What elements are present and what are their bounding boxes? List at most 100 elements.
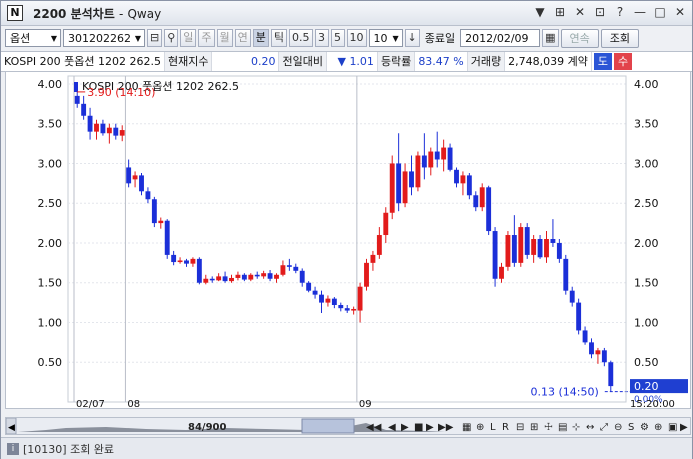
candle-up <box>544 239 549 258</box>
period-month-button[interactable]: 월 <box>216 29 233 47</box>
query-button[interactable]: 조회 <box>600 28 640 48</box>
scroll-thumb[interactable] <box>301 418 355 434</box>
candle-up <box>248 274 254 280</box>
download-icon[interactable]: ↓ <box>404 29 420 47</box>
interval-10-button[interactable]: 10 <box>346 29 367 47</box>
candle-up <box>518 227 524 263</box>
sell-badge[interactable]: 수 <box>614 53 633 70</box>
market-select-value: 옵션 <box>10 32 31 45</box>
candle-down <box>222 276 228 282</box>
settings-icon[interactable]: ⚙ <box>640 422 649 433</box>
candle-down <box>569 290 575 303</box>
minimize-icon[interactable]: — <box>634 5 646 19</box>
candle-down <box>576 302 582 331</box>
dropdown-icon[interactable]: ▼ <box>534 5 546 19</box>
candle-up <box>216 276 222 281</box>
candle-up <box>376 235 382 255</box>
help-icon[interactable]: ? <box>614 5 626 19</box>
interval-select[interactable]: 10 ▼ <box>368 29 403 47</box>
nav-play-icon[interactable]: ▶ <box>401 422 409 433</box>
navigator-controls: ◀◀ ◀ ▶ ■ ▶ ▶▶ ▦ ⊕ L R ⊟ ⊞ ☩ ▤ ⊹ ↔ ⤢ ⊖ S … <box>366 422 688 433</box>
x-tick-label: 08 <box>127 399 140 408</box>
text-r-icon[interactable]: R <box>502 422 509 433</box>
current-label: 현재지수 <box>164 52 213 71</box>
pin-icon[interactable]: ✕ <box>574 5 586 19</box>
text-s-icon[interactable]: S <box>628 422 634 433</box>
price-chart[interactable]: 4.00 4.00 3.50 3.50 3.00 3.00 2.50 2.50 2.00 2.00… <box>5 71 691 410</box>
period-day-button[interactable]: 일 <box>180 29 197 47</box>
search-icon[interactable]: ⚲ <box>164 29 179 47</box>
period-year-button[interactable]: 연 <box>234 29 251 47</box>
candle-up <box>280 265 286 275</box>
nav-next-icon[interactable]: ▶ <box>426 422 434 433</box>
scroll-right-icon[interactable]: ▶ <box>680 422 688 433</box>
candle-down <box>74 95 80 104</box>
chart-scroll-bar[interactable]: ◀ 84/900 ◀◀ ◀ ▶ ■ ▶ ▶▶ ▦ ⊕ L R ⊟ ⊞ ☩ ▤ ⊹… <box>5 417 691 435</box>
hand-icon[interactable]: ↔ <box>586 422 594 433</box>
candle-up <box>325 298 331 303</box>
candle-down <box>331 298 337 305</box>
info-icon: i <box>7 442 19 455</box>
lock-icon[interactable]: ▤ <box>558 422 567 433</box>
grid-view-icon[interactable]: ⊞ <box>530 422 538 433</box>
chart-type-icon[interactable]: ▣ <box>668 422 677 433</box>
table-icon[interactable]: ▦ <box>462 422 471 433</box>
y-tick-left: 1.50 <box>38 277 63 290</box>
buy-badge[interactable]: 도 <box>593 53 612 70</box>
candle-down <box>286 265 292 267</box>
nav-last-icon[interactable]: ▶▶ <box>438 422 454 433</box>
end-date-field[interactable]: 2012/02/09 <box>460 29 541 47</box>
volume-value: 2,748,039 계약 <box>505 52 592 71</box>
minus-icon[interactable]: ⊖ <box>614 422 622 433</box>
calendar-icon[interactable]: ▦ <box>542 29 559 47</box>
interval-3-button[interactable]: 3 <box>314 29 329 47</box>
maximize-icon[interactable]: □ <box>654 5 666 19</box>
zoom-in-icon[interactable]: ⊕ <box>476 422 484 433</box>
status-message: [10130] 조회 완료 <box>23 442 115 456</box>
candle-up <box>505 235 511 267</box>
market-select[interactable]: 옵션 ▼ <box>5 29 61 47</box>
candle-down <box>524 227 530 255</box>
plus-circle-icon[interactable]: ⊕ <box>654 422 662 433</box>
rate-label: 등락률 <box>377 52 416 71</box>
period-week-button[interactable]: 주 <box>198 29 215 47</box>
pin-chart-icon[interactable]: ☩ <box>544 422 553 433</box>
candle-up <box>415 155 421 188</box>
code-select[interactable]: 301202262 ▼ <box>63 29 145 47</box>
candle-up <box>274 274 279 279</box>
fit-icon[interactable]: ⤢ <box>600 422 608 433</box>
nav-stop-icon[interactable]: ■ <box>414 422 423 433</box>
candle-up <box>389 163 395 213</box>
text-l-icon[interactable]: L <box>490 422 496 433</box>
list-icon[interactable]: ⊟ <box>147 29 163 47</box>
quote-info-bar: KOSPI 200 풋옵션 1202 262.5 현재지수 0.20 전일대비 … <box>1 51 692 72</box>
window-name: 분석차트 <box>70 7 115 21</box>
end-date-label: 종료일 <box>424 32 456 45</box>
chevron-down-icon: ▼ <box>50 33 58 43</box>
y-tick-left: 2.50 <box>38 197 63 210</box>
page-indicator: 84/900 <box>188 422 226 433</box>
period-minute-button[interactable]: 분 <box>252 29 269 47</box>
nav-prev-icon[interactable]: ◀ <box>388 422 396 433</box>
candle-up <box>460 175 466 184</box>
interval-5-button[interactable]: 5 <box>330 29 345 47</box>
continuous-button[interactable]: 연속 <box>560 28 599 48</box>
nav-first-icon[interactable]: ◀◀ <box>366 422 382 433</box>
box-icon[interactable]: ⊟ <box>516 422 524 433</box>
interval-0-5-button[interactable]: 0.5 <box>289 29 313 47</box>
instrument-name: KOSPI 200 풋옵션 1202 262.5 <box>1 52 165 71</box>
high-annotation: 3.90 (14:10) <box>87 86 155 99</box>
candle-up <box>229 277 234 282</box>
chart-navigator: ◀ 84/900 ◀◀ ◀ ▶ ■ ▶ ▶▶ ▦ ⊕ L R ⊟ ⊞ ☩ ▤ ⊹… <box>5 417 688 435</box>
period-tick-button[interactable]: 틱 <box>270 29 288 47</box>
candle-up <box>132 175 138 180</box>
title-bar-controls: ▼ ⊞ ✕ ⊡ ? — □ ✕ <box>534 5 686 19</box>
layout-icon[interactable]: ⊡ <box>594 5 606 19</box>
grid-icon[interactable]: ⊞ <box>554 5 566 19</box>
cursor-icon[interactable]: ⊹ <box>572 422 580 433</box>
candle-down <box>209 278 215 281</box>
close-icon[interactable]: ✕ <box>674 5 686 19</box>
change-amount: 1.01 <box>349 55 374 68</box>
y-tick-left: 2.00 <box>38 237 63 250</box>
candle-down <box>447 147 453 170</box>
